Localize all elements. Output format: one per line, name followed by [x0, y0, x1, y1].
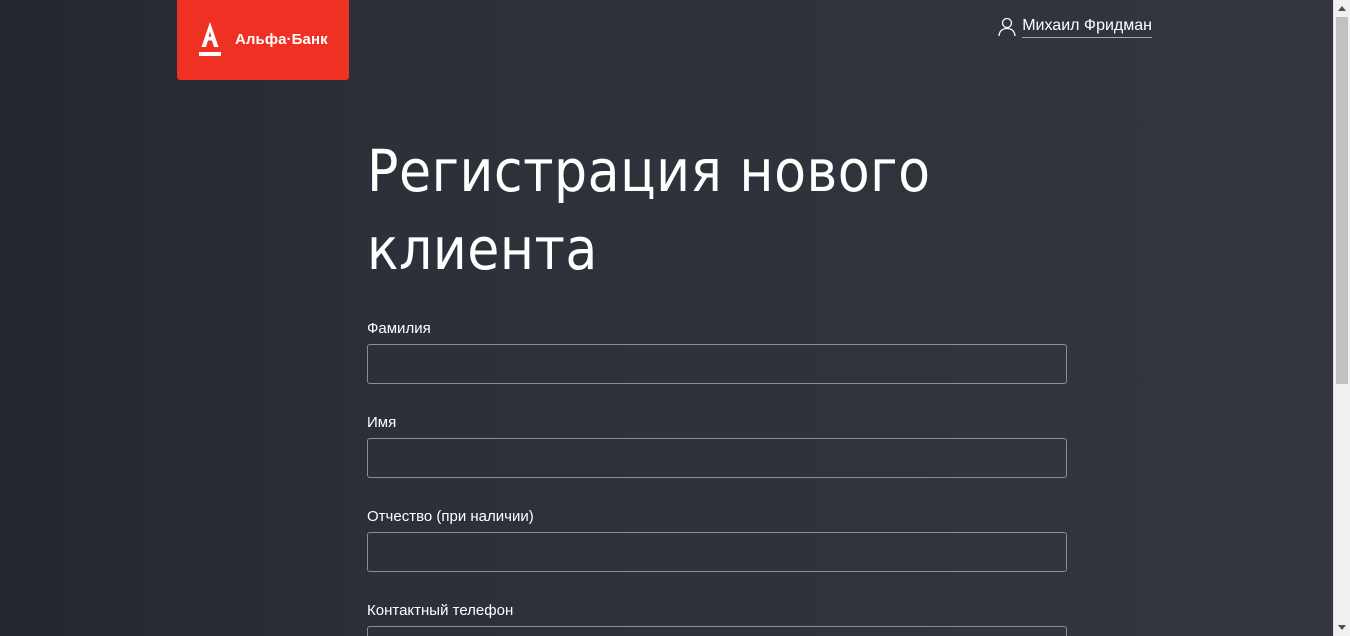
phone-field-group: Контактный телефон	[367, 601, 1067, 636]
last-name-label: Фамилия	[367, 320, 431, 337]
first-name-label: Имя	[367, 414, 397, 431]
user-profile-link[interactable]: Михаил Фридман	[998, 16, 1152, 38]
patronymic-label: Отчество (при наличии)	[367, 508, 534, 525]
scroll-down-arrow-icon[interactable]	[1334, 619, 1350, 636]
first-name-input[interactable]	[367, 438, 1067, 478]
last-name-input[interactable]	[367, 344, 1067, 384]
user-name[interactable]: Михаил Фридман	[1022, 16, 1152, 38]
page-title-line-1: Регистрация нового	[367, 137, 931, 205]
phone-label: Контактный телефон	[367, 602, 514, 619]
patronymic-field-group: Отчество (при наличии)	[367, 507, 1067, 572]
alfa-bank-logo[interactable]: Альфа·Банк	[177, 0, 349, 80]
phone-input[interactable]	[367, 626, 1067, 636]
scrollbar-thumb[interactable]	[1336, 17, 1348, 384]
page: Альфа·Банк Михаил Фридман Регистрация но…	[0, 0, 1333, 636]
logo-text: Альфа·Банк	[235, 31, 328, 48]
vertical-scrollbar[interactable]	[1333, 0, 1350, 636]
last-name-field-group: Фамилия	[367, 319, 1067, 384]
page-title-line-2: клиента	[367, 215, 598, 283]
alfa-logo-icon	[199, 22, 221, 56]
scroll-up-arrow-icon[interactable]	[1334, 0, 1350, 17]
user-icon	[998, 17, 1016, 37]
page-title: Регистрация нового клиента	[367, 132, 1067, 288]
first-name-field-group: Имя	[367, 413, 1067, 478]
patronymic-input[interactable]	[367, 532, 1067, 572]
